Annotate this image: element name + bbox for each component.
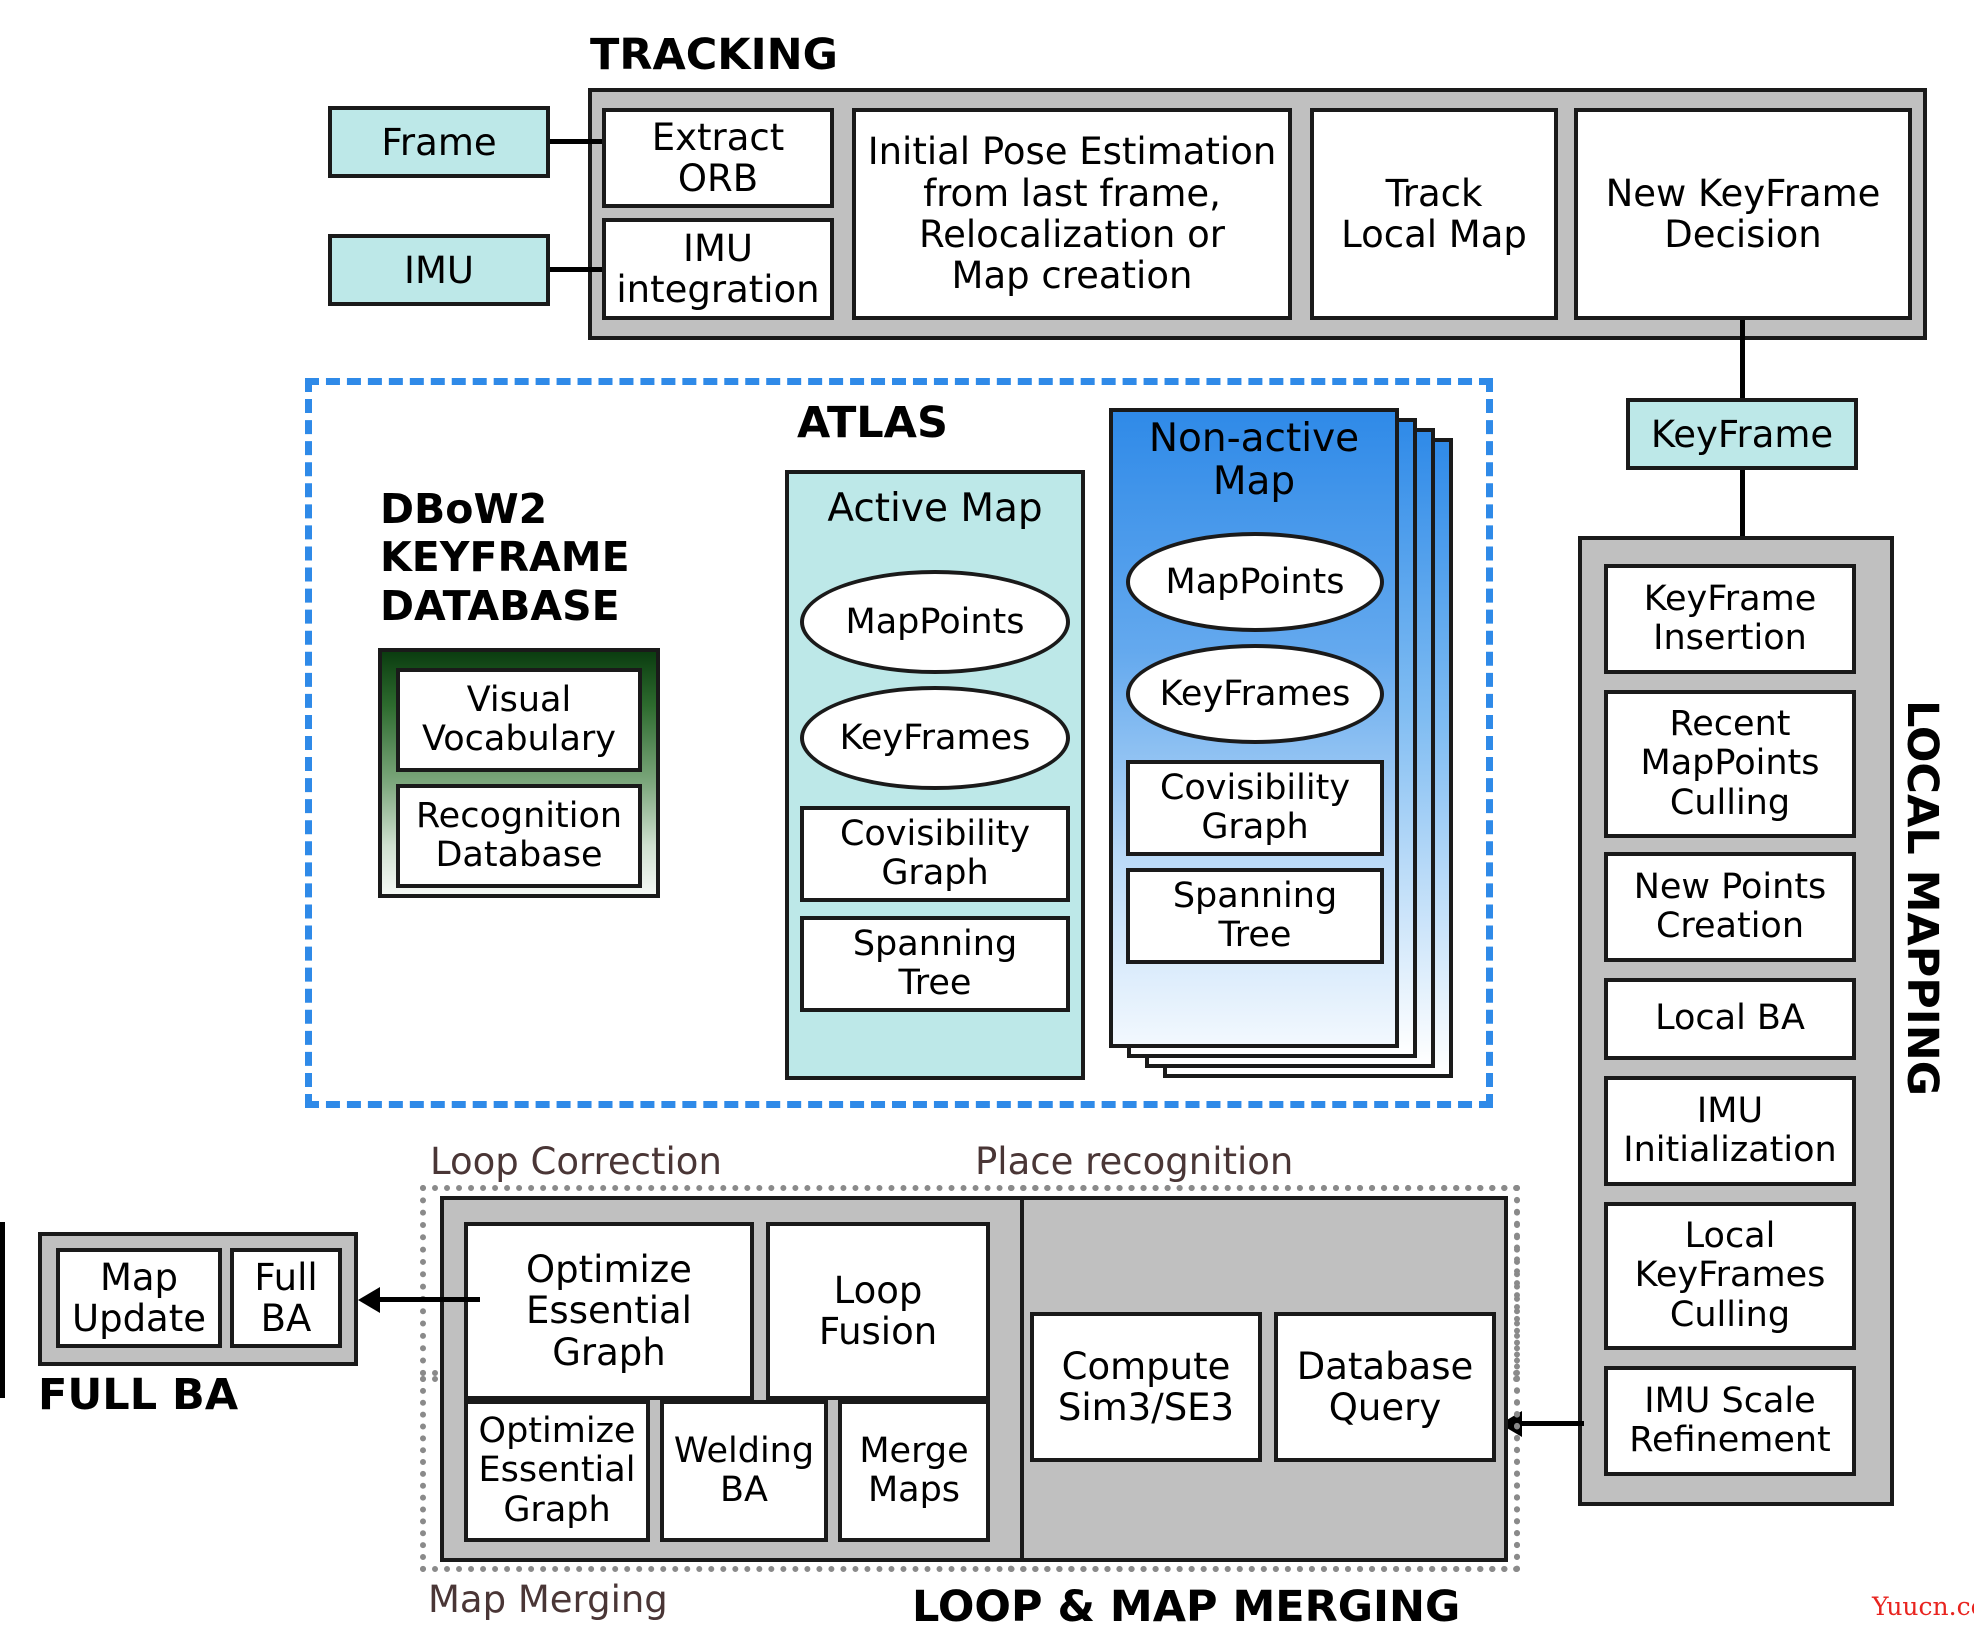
full-ba-caption: FULL BA [38, 1370, 239, 1420]
dbow2-title: DBoW2 KEYFRAME DATABASE [380, 485, 630, 630]
tracking-imu-integration[interactable]: IMU integration [602, 218, 834, 320]
tracking-initial-pose-estimation[interactable]: Initial Pose Estimation from last frame,… [852, 108, 1292, 320]
nonactive-map-title: Non-active Map [1148, 416, 1360, 504]
loop-correction-label: Loop Correction [430, 1140, 722, 1183]
full-ba-map-update[interactable]: Map Update [56, 1248, 222, 1348]
loop-map-merging-caption: LOOP & MAP MERGING [912, 1582, 1461, 1632]
loop-fusion[interactable]: Loop Fusion [766, 1222, 990, 1400]
place-database-query[interactable]: Database Query [1274, 1312, 1496, 1462]
merge-optimize-essential-graph[interactable]: Optimize Essential Graph [464, 1400, 650, 1542]
nonactive-map-spanning-tree[interactable]: Spanning Tree [1126, 868, 1384, 964]
tracking-extract-orb[interactable]: Extract ORB [602, 108, 834, 208]
tracking-new-keyframe-decision[interactable]: New KeyFrame Decision [1574, 108, 1912, 320]
watermark: Yuucn.com [1872, 1592, 1974, 1621]
input-imu-label: IMU [404, 248, 474, 292]
active-map-spanning-tree[interactable]: Spanning Tree [800, 916, 1070, 1012]
local-mapping-block-0[interactable]: KeyFrame Insertion [1604, 564, 1856, 674]
nonactive-map-keyframes[interactable]: KeyFrames [1126, 644, 1384, 744]
dbow2-recognition-database[interactable]: Recognition Database [396, 784, 642, 888]
local-mapping-block-1[interactable]: Recent MapPoints Culling [1604, 690, 1856, 838]
fullba-left-connector [0, 1222, 5, 1398]
local-mapping-block-6[interactable]: IMU Scale Refinement [1604, 1366, 1856, 1476]
local-mapping-block-3[interactable]: Local BA [1604, 978, 1856, 1060]
active-map-covisibility-graph[interactable]: Covisibility Graph [800, 806, 1070, 902]
loop-optimize-essential-graph[interactable]: Optimize Essential Graph [464, 1222, 754, 1400]
map-merging-label: Map Merging [428, 1578, 668, 1621]
place-compute-sim3-se3[interactable]: Compute Sim3/SE3 [1030, 1312, 1262, 1462]
active-map-title: Active Map [827, 486, 1043, 531]
local-mapping-block-5[interactable]: Local KeyFrames Culling [1604, 1202, 1856, 1350]
merge-welding-ba[interactable]: Welding BA [660, 1400, 828, 1542]
keyframe-link-upper [1740, 320, 1745, 408]
local-mapping-block-2[interactable]: New Points Creation [1604, 852, 1856, 962]
active-map-mappoints[interactable]: MapPoints [800, 570, 1070, 674]
full-ba-full-ba-block[interactable]: Full BA [230, 1248, 342, 1348]
nonactive-map-mappoints[interactable]: MapPoints [1126, 532, 1384, 632]
diagram-canvas: TRACKING Frame IMU Extract ORB IMU integ… [0, 0, 1974, 1651]
tracking-track-local-map[interactable]: Track Local Map [1310, 108, 1558, 320]
loopcorrection-to-fullba-arrow [358, 1287, 380, 1313]
input-frame[interactable]: Frame [328, 106, 550, 178]
tracking-caption: TRACKING [590, 30, 838, 80]
local-mapping-block-4[interactable]: IMU Initialization [1604, 1076, 1856, 1186]
keyframe-pill[interactable]: KeyFrame [1626, 398, 1858, 470]
atlas-caption: ATLAS [797, 398, 948, 448]
input-imu[interactable]: IMU [328, 234, 550, 306]
dbow2-visual-vocabulary[interactable]: Visual Vocabulary [396, 668, 642, 772]
active-map-keyframes[interactable]: KeyFrames [800, 686, 1070, 790]
input-frame-label: Frame [381, 120, 497, 164]
keyframe-pill-label: KeyFrame [1650, 412, 1834, 456]
local-mapping-caption: LOCAL MAPPING [1897, 700, 1947, 1097]
place-recognition-label: Place recognition [975, 1140, 1294, 1183]
nonactive-map-covisibility-graph[interactable]: Covisibility Graph [1126, 760, 1384, 856]
loopcorrection-to-fullba-line [380, 1297, 480, 1302]
merge-maps[interactable]: Merge Maps [838, 1400, 990, 1542]
